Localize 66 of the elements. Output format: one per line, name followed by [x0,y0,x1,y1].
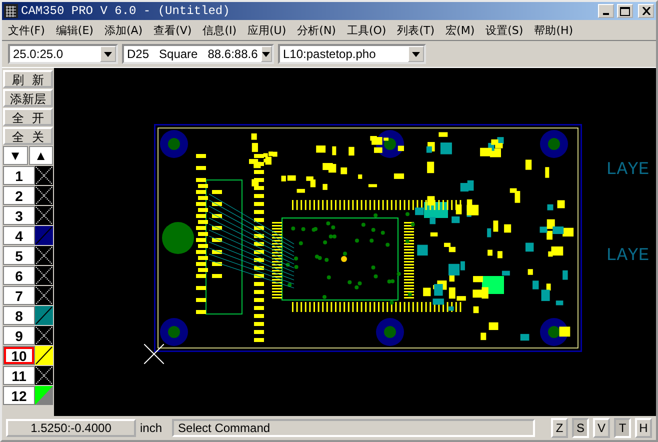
close-icon [642,7,650,15]
mode-button[interactable]: V [593,418,610,438]
layer-number[interactable]: 1 [3,166,35,185]
dropdown-arrow-icon[interactable] [104,52,112,56]
layer-number[interactable]: 12 [3,386,35,405]
layer-command-button[interactable]: 添新层 [3,89,53,107]
crosshair-cursor-icon [144,344,164,364]
menu-item[interactable]: 工具(O) [340,22,392,38]
menu-item[interactable]: 列表(T) [391,22,440,38]
minimize-button[interactable] [598,4,614,18]
layer-number[interactable]: 10 [3,346,35,365]
layer-color-swatch[interactable] [35,306,53,325]
layer-number[interactable]: 3 [3,206,35,225]
layer-number[interactable]: 8 [3,306,35,325]
maximize-button[interactable] [617,4,633,18]
layer-command-button[interactable]: 全 关 [3,127,53,145]
layer-number[interactable]: 11 [3,366,35,385]
layer-off-swatch[interactable] [35,286,53,305]
unit-label: inch [140,421,162,435]
layer-off-swatch[interactable] [35,366,53,385]
dropdown-field[interactable]: L10:pastetop.pho [278,44,426,64]
app-icon [4,4,18,18]
layer-number[interactable]: 2 [3,186,35,205]
layer-off-swatch[interactable] [35,266,53,285]
menu-item[interactable]: 帮助(H) [528,22,578,38]
mode-button[interactable]: H [635,418,652,438]
layer-color-swatch[interactable] [35,346,53,365]
menu-item[interactable]: 查看(V) [148,22,197,38]
layer-color-swatch[interactable] [35,386,53,405]
layer-off-swatch[interactable] [35,186,53,205]
dropdown-arrow-icon[interactable] [412,52,420,56]
menu-item[interactable]: 添加(A) [98,22,148,38]
layer-order-button[interactable]: ▲ [28,146,53,165]
layer-off-swatch[interactable] [35,166,53,185]
layer-color-swatch[interactable] [35,226,53,245]
menu-item[interactable]: 文件(F) [2,22,50,38]
layer-number[interactable]: 5 [3,246,35,265]
window-title: CAM350 PRO V 6.0 - (Untitled) [21,4,231,18]
menu-item[interactable]: 分析(N) [291,22,341,38]
coordinates-readout: 1.5250:-0.4000 [6,419,136,437]
layer-label: LAYE [606,246,650,266]
dropdown-arrow-icon[interactable] [262,52,270,56]
mode-button[interactable]: S [572,418,589,438]
dropdown-field[interactable]: 25.0:25.0 [8,44,118,64]
dropdown-field[interactable]: D25 Square 88.6:88.6 [122,44,274,64]
layer-order-button[interactable]: ▼ [3,146,28,165]
menu-item[interactable]: 信息(I) [196,22,242,38]
menu-item[interactable]: 设置(S) [480,22,528,38]
status-message: Select Command [172,419,535,437]
layer-off-swatch[interactable] [35,326,53,345]
layer-number[interactable]: 6 [3,266,35,285]
layer-label: LAYE [606,160,650,180]
layer-number[interactable]: 7 [3,286,35,305]
mode-button[interactable]: Z [551,418,568,438]
menu-item[interactable]: 应用(U) [242,22,292,38]
layer-command-button[interactable]: 全 开 [3,108,53,126]
layer-number[interactable]: 4 [3,226,35,245]
layer-off-swatch[interactable] [35,246,53,265]
maximize-icon [620,6,630,16]
layer-off-swatch[interactable] [35,206,53,225]
layer-command-button[interactable]: 刷 新 [3,70,53,88]
menu-item[interactable]: 宏(M) [440,22,480,38]
menu-item[interactable]: 编辑(E) [50,22,98,38]
mode-button[interactable]: T [614,418,631,438]
close-button[interactable] [638,4,654,18]
layer-number[interactable]: 9 [3,326,35,345]
